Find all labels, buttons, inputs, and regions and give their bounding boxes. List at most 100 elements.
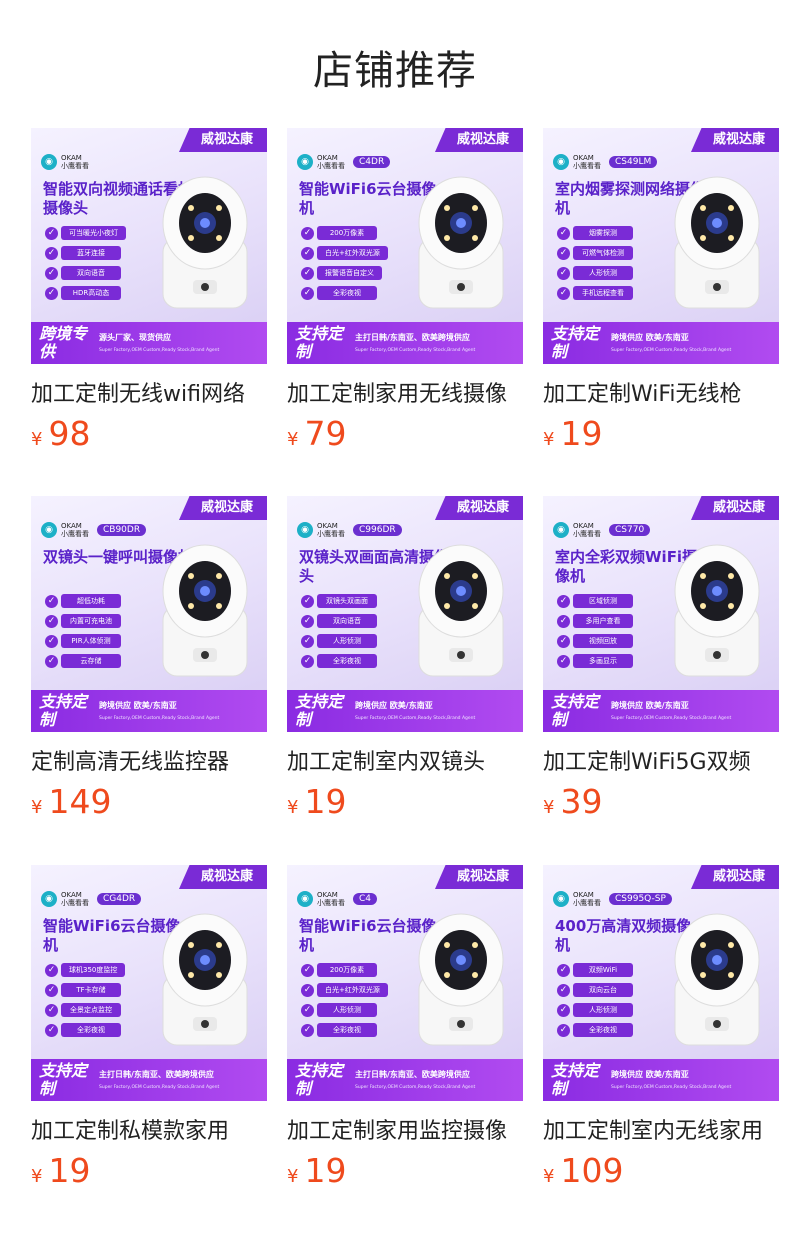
check-icon: ✓ [557,594,570,608]
product-card[interactable]: 威视达康 ◉ OKAM 小鹰看看 CB90DR 双镜头一键呼叫摄像机 ✓ 超低功耗 ✓… [31,496,267,821]
product-image[interactable]: 威视达康 ◉ OKAM 小鹰看看 CG4DR 智能WiFi6云台摄像机 ✓ 球机35… [31,865,267,1101]
product-name[interactable]: 定制高清无线监控器 [31,744,267,776]
check-icon: ✓ [45,634,58,648]
product-image[interactable]: 威视达康 ◉ OKAM 小鹰看看 CS995Q-SP 400万高清双频摄像机 ✓ 双… [543,865,779,1101]
product-name[interactable]: 加工定制WiFi无线枪 [543,376,779,408]
brand-logo: ◉ OKAM 小鹰看看 C996DR [297,522,402,538]
promo-big-text: 支持定制 [295,324,344,361]
feature-label: 球机350度监控 [61,963,126,977]
feature-label: 双镜头双画面 [317,594,377,608]
feature-list: ✓ 可当暖光小夜灯 ✓ 蓝牙连接 ✓ 双向语音 ✓ HDR高动态 [45,226,126,306]
check-icon: ✓ [45,266,58,280]
price-value: 19 [560,414,603,453]
product-card[interactable]: 威视达康 ◉ OKAM 小鹰看看 C4DR 智能WiFi6云台摄像机 ✓ 200万像… [287,128,523,453]
feature-item: ✓ 人形侦测 [301,1003,388,1017]
feature-item: ✓ 人形侦测 [557,1003,633,1017]
product-name[interactable]: 加工定制室内双镜头 [287,744,523,776]
check-icon: ✓ [301,286,314,300]
check-icon: ✓ [557,634,570,648]
promo-tiny-text: Super Factory,OEM Custom,Ready Stock,Bra… [99,1085,220,1090]
camera-device-icon [162,176,248,309]
feature-item: ✓ 超低功耗 [45,594,121,608]
check-icon: ✓ [45,226,58,240]
feature-item: ✓ 烟雾探测 [557,226,633,240]
promo-big-text: 支持定制 [551,1061,600,1098]
feature-list: ✓ 双频WiFi ✓ 双向云台 ✓ 人形侦测 ✓ 全彩夜视 [557,963,633,1043]
currency-symbol: ¥ [287,797,299,818]
price-value: 19 [304,782,347,821]
feature-list: ✓ 200万像素 ✓ 白光+红外双光源 ✓ 人形侦测 ✓ 全彩夜视 [301,963,388,1043]
brand-logo: ◉ OKAM 小鹰看看 CS995Q-SP [553,891,672,907]
brand-name: OKAM [573,522,594,530]
check-icon: ✓ [301,266,314,280]
check-icon: ✓ [557,1023,570,1037]
brand-logo: ◉ OKAM 小鹰看看 CG4DR [41,891,142,907]
feature-item: ✓ 200万像素 [301,226,388,240]
brand-logo: ◉ OKAM 小鹰看看 C4 [297,891,378,907]
store-badge: 威视达康 [178,128,267,152]
check-icon: ✓ [557,266,570,280]
product-card[interactable]: 威视达康 ◉ OKAM 小鹰看看 C4 智能WiFi6云台摄像机 ✓ 200万像素 ✓… [287,865,523,1190]
feature-label: 全彩夜视 [317,1023,377,1037]
store-badge: 威视达康 [178,496,267,520]
feature-item: ✓ 白光+红外双光源 [301,983,388,997]
check-icon: ✓ [301,226,314,240]
product-image[interactable]: 威视达康 ◉ OKAM 小鹰看看 C4DR 智能WiFi6云台摄像机 ✓ 200万像… [287,128,523,364]
section-title: 店铺推荐 [313,48,477,94]
product-name[interactable]: 加工定制WiFi5G双频 [543,744,779,776]
product-name[interactable]: 加工定制室内无线家用 [543,1113,779,1145]
check-icon: ✓ [301,614,314,628]
brand-eye-icon: ◉ [297,891,313,907]
feature-label: 人形侦测 [317,1003,377,1017]
product-card[interactable]: 威视达康 ◉ OKAM 小鹰看看 CS770 室内全彩双频WiFi摄像机 ✓ 区域侦… [543,496,779,821]
brand-eye-icon: ◉ [41,154,57,170]
promo-footer: 支持定制 跨境供应 欧美/东南亚 Super Factory,OEM Custo… [543,690,779,732]
promo-sub-text: 跨境供应 欧美/东南亚 [99,701,177,710]
camera-device-icon [162,544,248,677]
check-icon: ✓ [557,246,570,260]
feature-label: 200万像素 [317,226,377,240]
store-badge: 威视达康 [434,496,523,520]
product-name[interactable]: 加工定制私模款家用 [31,1113,267,1145]
feature-label: 内置可充电池 [61,614,121,628]
product-name[interactable]: 加工定制无线wifi网络 [31,376,267,408]
brand-eye-icon: ◉ [297,154,313,170]
feature-item: ✓ PIR人体侦测 [45,634,121,648]
product-image[interactable]: 威视达康 ◉ OKAM 小鹰看看 智能双向视频通话看护摄像头 ✓ 可当暖光小夜灯 ✓ 蓝… [31,128,267,364]
brand-eye-icon: ◉ [553,154,569,170]
camera-device-icon [418,913,504,1046]
check-icon: ✓ [301,963,314,977]
store-badge: 威视达康 [434,128,523,152]
feature-item: ✓ 蓝牙连接 [45,246,126,260]
product-name[interactable]: 加工定制家用监控摄像 [287,1113,523,1145]
promo-big-text: 支持定制 [551,692,600,729]
check-icon: ✓ [557,654,570,668]
feature-label: 全彩夜视 [317,654,377,668]
feature-list: ✓ 超低功耗 ✓ 内置可充电池 ✓ PIR人体侦测 ✓ 云存储 [45,594,121,674]
promo-sub-text: 跨境供应 欧美/东南亚 [355,701,433,710]
promo-footer: 支持定制 主打日韩/东南亚、欧美跨境供应 Super Factory,OEM C… [287,322,523,364]
product-price: ¥ 19 [31,1151,267,1190]
brand-eye-icon: ◉ [553,522,569,538]
product-card[interactable]: 威视达康 ◉ OKAM 小鹰看看 C996DR 双镜头双画面高清摄像头 ✓ 双镜头双… [287,496,523,821]
store-badge: 威视达康 [690,128,779,152]
product-card[interactable]: 威视达康 ◉ OKAM 小鹰看看 CS49LM 室内烟雾探测网络摄像机 ✓ 烟雾探测… [543,128,779,453]
product-name[interactable]: 加工定制家用无线摄像 [287,376,523,408]
price-value: 79 [304,414,347,453]
product-card[interactable]: 威视达康 ◉ OKAM 小鹰看看 智能双向视频通话看护摄像头 ✓ 可当暖光小夜灯 ✓ 蓝… [31,128,267,453]
price-value: 39 [560,782,603,821]
product-image[interactable]: 威视达康 ◉ OKAM 小鹰看看 CS770 室内全彩双频WiFi摄像机 ✓ 区域侦… [543,496,779,732]
product-image[interactable]: 威视达康 ◉ OKAM 小鹰看看 C996DR 双镜头双画面高清摄像头 ✓ 双镜头双… [287,496,523,732]
product-image[interactable]: 威视达康 ◉ OKAM 小鹰看看 C4 智能WiFi6云台摄像机 ✓ 200万像素 ✓… [287,865,523,1101]
brand-name: OKAM [573,154,594,162]
product-card[interactable]: 威视达康 ◉ OKAM 小鹰看看 CG4DR 智能WiFi6云台摄像机 ✓ 球机35… [31,865,267,1190]
feature-item: ✓ 区域侦测 [557,594,633,608]
product-card[interactable]: 威视达康 ◉ OKAM 小鹰看看 CS995Q-SP 400万高清双频摄像机 ✓ 双… [543,865,779,1190]
check-icon: ✓ [301,654,314,668]
product-image[interactable]: 威视达康 ◉ OKAM 小鹰看看 CB90DR 双镜头一键呼叫摄像机 ✓ 超低功耗 ✓… [31,496,267,732]
feature-label: 全彩夜视 [317,286,377,300]
product-price: ¥ 19 [543,414,779,453]
product-image[interactable]: 威视达康 ◉ OKAM 小鹰看看 CS49LM 室内烟雾探测网络摄像机 ✓ 烟雾探测… [543,128,779,364]
feature-label: 手机远程查看 [573,286,633,300]
brand-eye-icon: ◉ [553,891,569,907]
